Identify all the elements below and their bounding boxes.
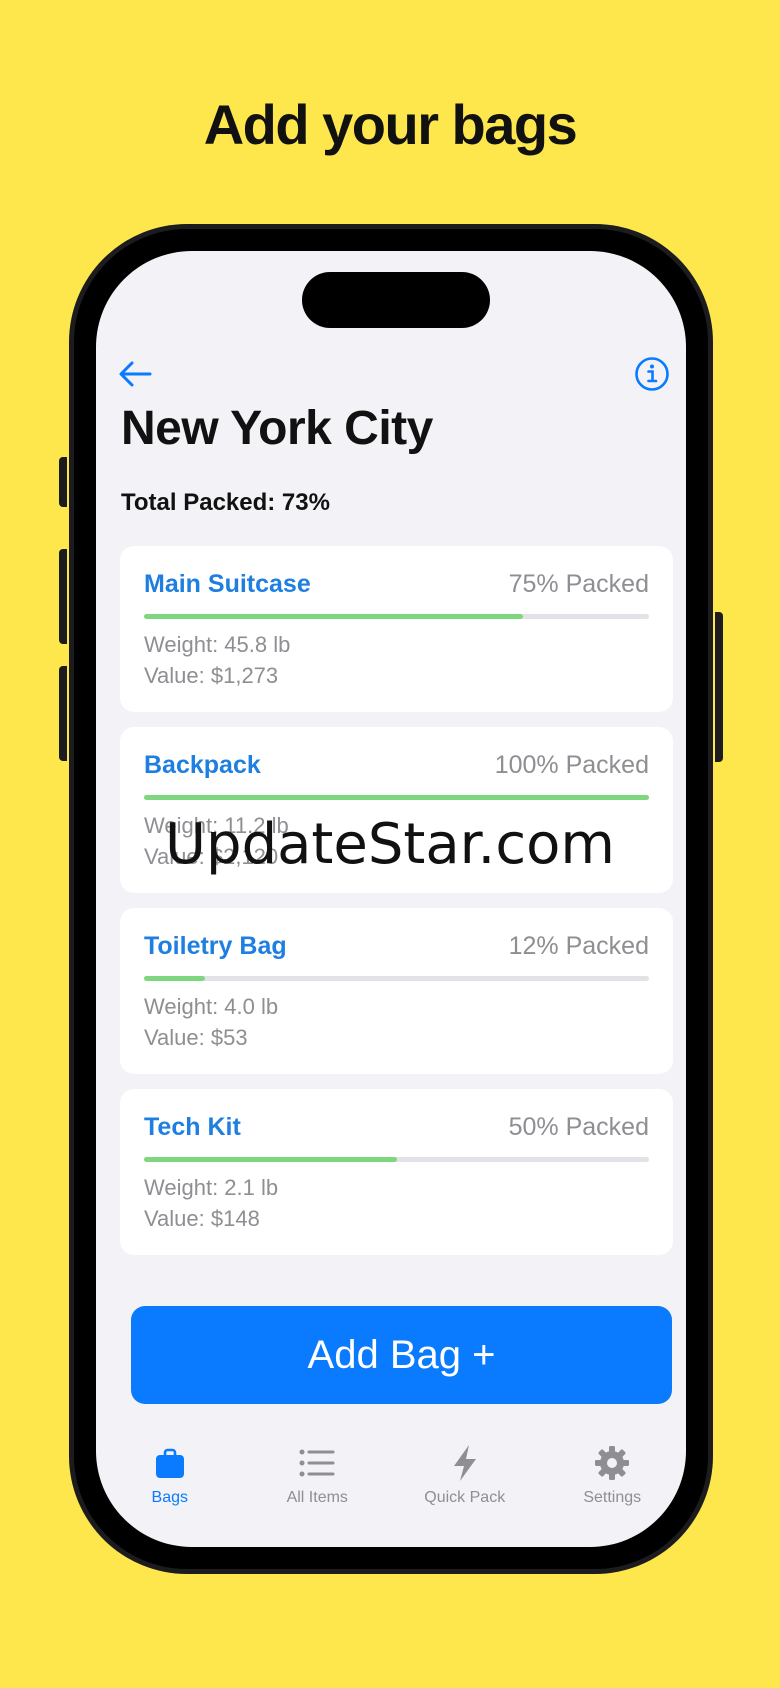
phone-frame: New York City Total Packed: 73% Main Sui… — [74, 229, 708, 1569]
bag-list: Main Suitcase 75% Packed Weight: 45.8 lb… — [120, 546, 673, 1270]
back-button[interactable] — [114, 352, 158, 396]
bag-weight: Weight: 45.8 lb — [144, 632, 291, 657]
bag-name: Main Suitcase — [144, 569, 311, 598]
tab-label: Settings — [583, 1489, 642, 1506]
bag-weight: Weight: 2.1 lb — [144, 1175, 279, 1200]
progress-track — [144, 1157, 649, 1162]
bag-weight: Weight: 11.2 lb — [144, 813, 289, 838]
bag-value: Value: $53 — [144, 1025, 248, 1050]
bag-card-main-suitcase[interactable]: Main Suitcase 75% Packed Weight: 45.8 lb… — [120, 546, 673, 712]
progress-fill — [144, 976, 205, 981]
bag-name: Toiletry Bag — [144, 931, 287, 960]
bag-card-toiletry-bag[interactable]: Toiletry Bag 12% Packed Weight: 4.0 lb V… — [120, 908, 673, 1074]
headline: Add your bags — [203, 93, 578, 156]
bag-percent-label: 100% Packed — [494, 750, 649, 779]
phone-mockup: New York City Total Packed: 73% Main Sui… — [59, 224, 723, 1574]
list-icon — [299, 1449, 335, 1477]
bag-weight: Weight: 4.0 lb — [144, 994, 279, 1019]
add-bag-button[interactable]: Add Bag + — [131, 1306, 672, 1404]
tab-label: Bags — [151, 1489, 188, 1506]
progress-fill — [144, 1157, 397, 1162]
action-button — [59, 457, 67, 507]
volume-up-button — [59, 549, 67, 644]
bag-value: Value: $1,273 — [144, 663, 279, 688]
tab-all-items[interactable]: All Items — [244, 1431, 392, 1547]
bag-icon — [155, 1448, 184, 1478]
bag-percent-label: 12% Packed — [508, 931, 649, 960]
progress-track — [144, 976, 649, 981]
tab-label: Quick Pack — [424, 1489, 506, 1506]
tab-label: All Items — [286, 1489, 348, 1506]
bag-value: Value: $148 — [144, 1206, 260, 1231]
progress-track — [144, 614, 649, 619]
info-button[interactable] — [630, 352, 674, 396]
progress-fill — [144, 614, 523, 619]
progress-fill — [144, 795, 649, 800]
total-packed: Total Packed: 73% — [121, 489, 330, 516]
bolt-icon — [453, 1445, 476, 1481]
tab-quick-pack[interactable]: Quick Pack — [391, 1431, 539, 1547]
dynamic-island — [302, 272, 490, 328]
bag-card-backpack[interactable]: Backpack 100% Packed Weight: 11.2 lb Val… — [120, 727, 673, 893]
arrow-left-icon — [119, 361, 152, 387]
bag-percent-label: 50% Packed — [508, 1112, 649, 1141]
bag-card-tech-kit[interactable]: Tech Kit 50% Packed Weight: 2.1 lb Value… — [120, 1089, 673, 1255]
trip-title: New York City — [121, 402, 433, 455]
bag-value: Value: $2,120 — [144, 844, 279, 869]
bag-name: Backpack — [144, 750, 261, 779]
tab-bags[interactable]: Bags — [96, 1431, 244, 1547]
volume-down-button — [59, 666, 67, 761]
bag-percent-label: 75% Packed — [508, 569, 649, 598]
app-screen: New York City Total Packed: 73% Main Sui… — [96, 251, 686, 1547]
bag-name: Tech Kit — [144, 1112, 241, 1141]
tab-bar: Bags All Items Quick Pack Settings — [96, 1431, 686, 1547]
power-button — [715, 612, 723, 762]
tab-settings[interactable]: Settings — [539, 1431, 687, 1547]
gear-icon — [595, 1446, 630, 1480]
info-icon — [635, 357, 669, 391]
progress-track — [144, 795, 649, 800]
